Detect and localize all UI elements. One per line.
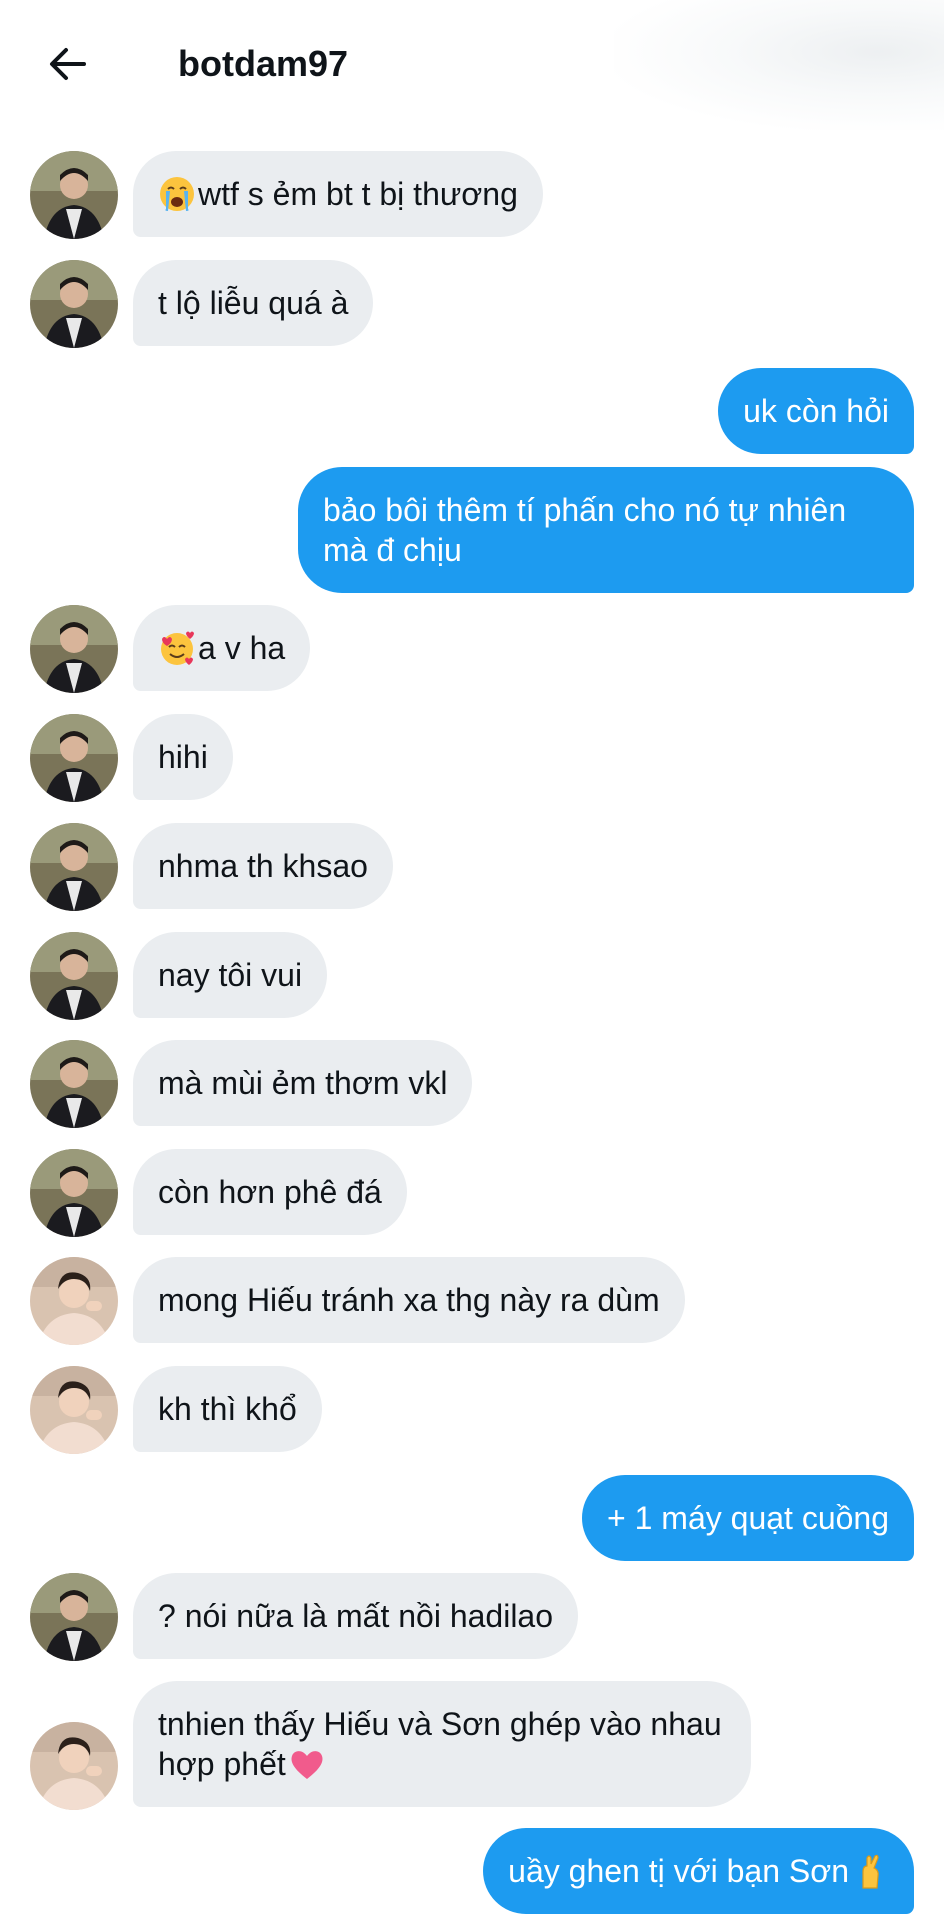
pink-heart-emoji	[288, 1745, 326, 1783]
avatar[interactable]	[30, 605, 118, 693]
message-text: còn hơn phê đá	[158, 1174, 382, 1210]
avatar[interactable]	[30, 932, 118, 1020]
message-bubble[interactable]: hihi	[133, 714, 233, 800]
crossed-fingers-emoji	[851, 1852, 889, 1890]
avatar[interactable]	[30, 714, 118, 802]
message-text: t lộ liễu quá à	[158, 285, 349, 321]
message-bubble[interactable]: mà mùi ẻm thơm vkl	[133, 1040, 473, 1126]
message-bubble[interactable]: uk còn hỏi	[718, 368, 914, 454]
message-bubble[interactable]: t lộ liễu quá à	[133, 260, 374, 346]
message-text: ? nói nữa là mất nồi hadilao	[158, 1598, 554, 1634]
conversation-header: botdam97	[0, 0, 944, 130]
message-bubble[interactable]: nay tôi vui	[133, 932, 328, 1018]
message-bubble[interactable]: bảo bôi thêm tí phấn cho nó tự nhiên mà …	[298, 467, 914, 593]
message-bubble[interactable]: kh thì khổ	[133, 1366, 322, 1452]
message-bubble[interactable]: uầy ghen tị với bạn Sơn	[483, 1828, 914, 1914]
avatar[interactable]	[30, 1366, 118, 1454]
crying-face-emoji	[158, 175, 196, 213]
message-text: mà mùi ẻm thơm vkl	[158, 1065, 448, 1101]
avatar[interactable]	[30, 1573, 118, 1661]
avatar[interactable]	[30, 823, 118, 911]
smiling-face-with-hearts-emoji	[158, 629, 196, 667]
avatar[interactable]	[30, 1149, 118, 1237]
back-button[interactable]	[40, 38, 96, 94]
message-text: a v ha	[198, 630, 286, 666]
arrow-left-icon	[46, 42, 90, 91]
avatar[interactable]	[30, 260, 118, 348]
message-bubble[interactable]: ? nói nữa là mất nồi hadilao	[133, 1573, 579, 1659]
avatar[interactable]	[30, 1722, 118, 1810]
avatar[interactable]	[30, 1040, 118, 1128]
message-text: hihi	[158, 739, 208, 775]
avatar[interactable]	[30, 151, 118, 239]
message-text: + 1 máy quạt cuồng	[607, 1500, 889, 1536]
message-text: uk còn hỏi	[743, 393, 889, 429]
conversation-title[interactable]: botdam97	[178, 40, 348, 88]
message-bubble[interactable]: mong Hiếu tránh xa thg này ra dùm	[133, 1257, 685, 1343]
avatar[interactable]	[30, 1257, 118, 1345]
message-text: nhma th khsao	[158, 848, 368, 884]
message-text: uầy ghen tị với bạn Sơn	[508, 1853, 849, 1889]
message-bubble[interactable]: tnhien thấy Hiếu và Sơn ghép vào nhau hợ…	[133, 1681, 751, 1807]
message-text: nay tôi vui	[158, 957, 303, 993]
message-bubble[interactable]: nhma th khsao	[133, 823, 393, 909]
message-text: tnhien thấy Hiếu và Sơn ghép vào nhau hợ…	[158, 1706, 722, 1782]
message-bubble[interactable]: còn hơn phê đá	[133, 1149, 407, 1235]
header-blur-overlay	[614, 0, 944, 130]
message-bubble[interactable]: + 1 máy quạt cuồng	[582, 1475, 914, 1561]
message-text: mong Hiếu tránh xa thg này ra dùm	[158, 1282, 660, 1318]
message-bubble[interactable]: a v ha	[133, 605, 311, 691]
message-text: wtf s ẻm bt t bị thương	[198, 176, 518, 212]
message-text: kh thì khổ	[158, 1391, 297, 1427]
message-bubble[interactable]: wtf s ẻm bt t bị thương	[133, 151, 543, 237]
message-text: bảo bôi thêm tí phấn cho nó tự nhiên mà …	[323, 492, 847, 568]
